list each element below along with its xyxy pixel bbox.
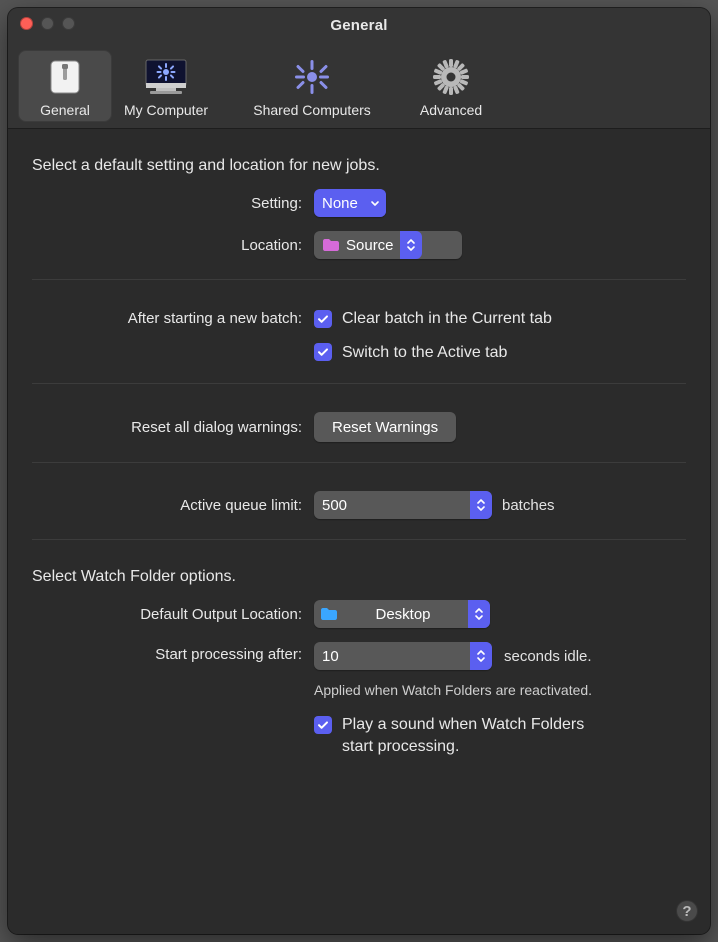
checkbox-checked-icon <box>314 310 332 328</box>
titlebar: General <box>8 8 710 42</box>
help-icon: ? <box>682 903 691 920</box>
chevron-down-icon <box>364 189 386 217</box>
preferences-content: Select a default setting and location fo… <box>8 129 710 934</box>
shared-icon <box>289 54 335 100</box>
start-processing-value: 10 <box>322 648 345 665</box>
toolbar-tab-label: My Computer <box>124 102 208 118</box>
button-label: Reset Warnings <box>332 419 438 436</box>
separator <box>32 462 686 463</box>
queue-limit-label: Active queue limit: <box>32 497 314 514</box>
checkbox-checked-icon <box>314 343 332 361</box>
close-window-button[interactable] <box>20 17 33 30</box>
location-label: Location: <box>32 237 314 254</box>
reset-warnings-button[interactable]: Reset Warnings <box>314 412 456 442</box>
switch-active-tab-checkbox[interactable]: Switch to the Active tab <box>314 342 507 364</box>
updown-arrows-icon <box>470 642 492 670</box>
toolbar-tab-label: Advanced <box>420 102 482 118</box>
toolbar-tab-my-computer[interactable]: My Computer <box>112 50 220 122</box>
zoom-window-button[interactable] <box>62 17 75 30</box>
help-button[interactable]: ? <box>676 900 698 922</box>
reset-warnings-label: Reset all dialog warnings: <box>32 419 314 436</box>
toolbar-tab-label: Shared Computers <box>253 102 371 118</box>
start-processing-popup[interactable]: 10 <box>314 642 492 670</box>
separator <box>32 383 686 384</box>
window-controls <box>20 17 75 30</box>
start-processing-note: Applied when Watch Folders are reactivat… <box>314 682 592 698</box>
checkbox-checked-icon <box>314 716 332 734</box>
output-location-popup[interactable]: Desktop <box>314 600 490 628</box>
updown-arrows-icon <box>400 231 422 259</box>
window-title: General <box>330 17 387 34</box>
watch-folder-section-title: Select Watch Folder options. <box>32 568 686 586</box>
checkbox-label: Switch to the Active tab <box>342 342 507 364</box>
separator <box>32 539 686 540</box>
computer-icon <box>140 54 192 100</box>
queue-limit-popup[interactable]: 500 <box>314 491 492 519</box>
location-popup[interactable]: Source <box>314 231 462 259</box>
queue-limit-suffix: batches <box>502 497 555 514</box>
setting-popup-value: None <box>322 195 364 212</box>
after-batch-label: After starting a new batch: <box>32 308 314 327</box>
toolbar-tab-label: General <box>40 102 90 118</box>
updown-arrows-icon <box>468 600 490 628</box>
folder-icon <box>320 607 344 621</box>
toolbar-tab-general[interactable]: General <box>18 50 112 122</box>
setting-label: Setting: <box>32 195 314 212</box>
start-processing-suffix: seconds idle. <box>504 648 592 665</box>
setting-popup[interactable]: None <box>314 189 386 217</box>
preferences-toolbar: General <box>8 42 710 129</box>
output-location-label: Default Output Location: <box>32 606 314 623</box>
location-popup-value: Source <box>346 237 400 254</box>
play-sound-checkbox[interactable]: Play a sound when Watch Folders start pr… <box>314 714 614 757</box>
toolbar-tab-shared-computers[interactable]: Shared Computers <box>220 50 404 122</box>
start-processing-label: Start processing after: <box>32 642 314 663</box>
folder-icon <box>322 238 346 252</box>
queue-limit-value: 500 <box>322 497 353 514</box>
output-location-value: Desktop <box>375 606 436 623</box>
separator <box>32 279 686 280</box>
preferences-window: General General <box>8 8 710 934</box>
minimize-window-button[interactable] <box>41 17 54 30</box>
clear-batch-checkbox[interactable]: Clear batch in the Current tab <box>314 308 552 330</box>
gear-icon <box>428 54 474 100</box>
checkbox-label: Play a sound when Watch Folders start pr… <box>342 714 614 757</box>
general-icon <box>42 54 88 100</box>
checkbox-label: Clear batch in the Current tab <box>342 308 552 330</box>
default-setting-section-title: Select a default setting and location fo… <box>32 157 686 175</box>
updown-arrows-icon <box>470 491 492 519</box>
toolbar-tab-advanced[interactable]: Advanced <box>404 50 498 122</box>
